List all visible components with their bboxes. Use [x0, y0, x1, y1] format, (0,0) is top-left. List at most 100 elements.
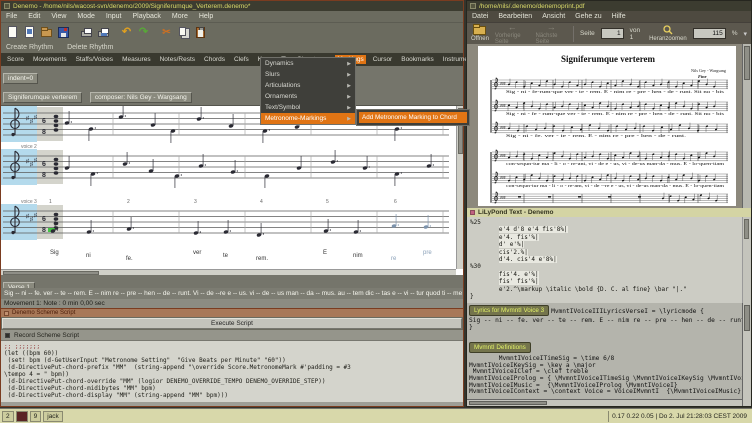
lyrics-definitions-panel[interactable]: Lyrics for MvmntI Voice 3 MvmntIVoiceIII…: [467, 303, 751, 406]
new-document-icon[interactable]: [6, 25, 19, 39]
lilypond-text-window[interactable]: %25 e'4 d'8 e'4 fis'8%| e'4. fis'%| d' e…: [467, 217, 751, 303]
verse-lyrics-text[interactable]: Sig -- ni -- fe. ver -- te -- rem. E -- …: [1, 288, 463, 299]
scheme-script-title: Denemo Scheme Script: [12, 310, 76, 316]
lilypond-code-line: fis'4. e'%|: [498, 270, 539, 278]
svg-text:6: 6: [42, 216, 46, 223]
open-score-icon[interactable]: [23, 25, 36, 39]
menu-view[interactable]: View: [51, 13, 66, 20]
menu-item-articulations[interactable]: Articulations ▶: [261, 80, 355, 91]
canvas-horizontal-scrollbar[interactable]: [1, 269, 456, 275]
save-icon[interactable]: [57, 26, 70, 39]
staff-lyric-syllable: nim: [353, 253, 363, 259]
open-button[interactable]: Öffnen: [471, 23, 489, 42]
command-menu-clefs[interactable]: Clefs: [232, 55, 251, 64]
percent-label: %: [731, 30, 738, 37]
score-lyrics-line: Sig - ni - fe - rum-que ver - te - rem. …: [506, 112, 725, 116]
command-menu-score[interactable]: Score: [5, 55, 26, 64]
composer-button[interactable]: composer: Nils Gey - Wargsang: [89, 92, 192, 103]
menu-mode[interactable]: Mode: [77, 13, 95, 20]
menu-item-text-symbol[interactable]: Text/Symbol ▶: [261, 102, 355, 113]
toolbar-separator: [572, 25, 574, 42]
lyrics-voice-button[interactable]: Lyrics for MvmntI Voice 3: [469, 305, 550, 316]
jack-button[interactable]: jack: [43, 410, 63, 422]
menu-datei[interactable]: Datei: [472, 13, 488, 20]
svg-text:♯♯♯: ♯♯♯: [500, 176, 506, 180]
lilypond-vertical-scrollbar[interactable]: [742, 217, 751, 303]
workspace-button[interactable]: 2: [2, 410, 14, 422]
menu-more[interactable]: More: [172, 13, 188, 20]
window-menu-icon[interactable]: [4, 310, 9, 316]
add-metronome-marking-menu-item[interactable]: Add Metronome Marking to Chord: [359, 112, 467, 123]
svg-text:♯: ♯: [34, 157, 37, 164]
menu-item-ornaments[interactable]: Ornaments ▶: [261, 91, 355, 102]
command-menu-measures[interactable]: Measures: [120, 55, 153, 64]
pdf-viewport[interactable]: Signiferumque verterem Nils Gey - Wargsa…: [467, 44, 751, 208]
menu-item-dynamics[interactable]: Dynamics ▶: [261, 58, 355, 69]
menu-bearbeiten[interactable]: Bearbeiten: [498, 13, 532, 20]
lilypond-titlebar[interactable]: LiLyPond Text - Denemo: [467, 208, 751, 217]
command-menu-bookmarks[interactable]: Bookmarks: [399, 55, 436, 64]
menu-playback[interactable]: Playback: [132, 13, 160, 20]
menu-edit[interactable]: Edit: [28, 13, 40, 20]
lilypond-code[interactable]: %25 e'4 d'8 e'4 fis'8%| e'4. fis'%| d' e…: [467, 217, 751, 302]
menu-help[interactable]: Help: [199, 13, 213, 20]
indent-button[interactable]: indent=0: [3, 73, 39, 84]
record-script-row[interactable]: Record Scheme Script: [1, 330, 463, 340]
command-menu-cursor[interactable]: Cursor: [371, 55, 395, 64]
pdf-vertical-scrollbar[interactable]: [742, 44, 751, 208]
command-menu-staffs-voices[interactable]: Staffs/Voices: [74, 55, 115, 64]
page-number-input[interactable]: 1: [600, 28, 624, 39]
menu-item-label: Dynamics: [265, 60, 294, 67]
redo-icon[interactable]: ↷: [137, 26, 150, 39]
zoom-level-input[interactable]: 115: [692, 28, 726, 39]
menu-item-slurs[interactable]: Slurs ▶: [261, 69, 355, 80]
score-title-button[interactable]: Signiferumque verterem: [3, 92, 83, 103]
next-page-button[interactable]: → Nächste Seite: [535, 22, 566, 45]
window-menu-icon[interactable]: [470, 210, 475, 215]
voice-label: voice 2: [21, 144, 37, 150]
staff-lyric-syllable: Sig: [50, 250, 59, 256]
create-rhythm-button[interactable]: Create Rhythm: [6, 44, 53, 51]
chevron-down-icon[interactable]: ▾: [744, 30, 748, 38]
scheme-script-empty-area: [1, 402, 463, 406]
window-menu-icon[interactable]: [4, 3, 10, 9]
command-menu-notes-rests[interactable]: Notes/Rests: [158, 55, 197, 64]
lyrics-vertical-scrollbar[interactable]: [742, 303, 751, 406]
canvas-vertical-scrollbar[interactable]: [456, 106, 463, 269]
svg-text:♯: ♯: [26, 158, 29, 165]
zoom-in-button[interactable]: Heranzoomen: [649, 25, 687, 42]
pdf-titlebar[interactable]: /home/nils/.denemo/denemoprint.pdf: [467, 1, 751, 11]
previous-page-button[interactable]: ← Vorherige Seite: [495, 22, 530, 45]
scheme-script-titlebar[interactable]: Denemo Scheme Script: [1, 309, 463, 317]
workspace-indicator[interactable]: [15, 410, 28, 422]
undo-icon[interactable]: ↶: [120, 26, 133, 39]
menu-input[interactable]: Input: [106, 13, 122, 20]
scheme-script-window: Denemo Scheme Script Execute Script Reco…: [1, 308, 463, 406]
lyrics-horizontal-scrollbar[interactable]: [467, 399, 742, 406]
menu-ansicht[interactable]: Ansicht: [542, 13, 565, 20]
paste-icon[interactable]: [194, 26, 207, 39]
command-menu-chords[interactable]: Chords: [202, 55, 227, 64]
command-menu-movements[interactable]: Movements: [31, 55, 69, 64]
menu-gehe-zu[interactable]: Gehe zu: [575, 13, 601, 20]
execute-script-button[interactable]: Execute Script: [2, 318, 462, 329]
open-folder-icon[interactable]: [40, 26, 53, 39]
taskbar: 2 9 jack 0.17 0.22 0.05 | Do 2. Jul 21:2…: [0, 408, 752, 423]
scheme-script-editor[interactable]: ;; ;;;;;;; (let ((bpm 60)) (set! bpm (d-G…: [1, 340, 463, 402]
delete-rhythm-button[interactable]: Delete Rhythm: [67, 44, 113, 51]
workspace-button[interactable]: 9: [29, 410, 42, 422]
menu-hilfe[interactable]: Hilfe: [612, 13, 626, 20]
page-label: Seite: [579, 30, 595, 37]
window-menu-icon[interactable]: [470, 3, 476, 9]
menu-item-metronome-markings[interactable]: Metronome-Markings ▶: [261, 113, 355, 124]
cut-icon[interactable]: ✂: [160, 26, 173, 39]
copy-icon[interactable]: [177, 26, 190, 39]
score-canvas[interactable]: ♯♯♯68voice 1♯♯♯68voice 2♯♯♯68voice 31234…: [1, 105, 463, 275]
print-preview-icon[interactable]: [97, 26, 110, 39]
menu-file[interactable]: File: [6, 13, 17, 20]
lyrics-body-code[interactable]: Sig -- ni -- fe. ver -- te -- rem. E -- …: [467, 316, 751, 325]
denemo-titlebar[interactable]: Denemo - /home/nils/wacost-svn/denemo/20…: [1, 1, 463, 11]
definitions-button[interactable]: MvmntI Definitions: [469, 342, 531, 354]
record-script-checkbox[interactable]: [5, 332, 10, 338]
print-icon[interactable]: [80, 26, 93, 39]
